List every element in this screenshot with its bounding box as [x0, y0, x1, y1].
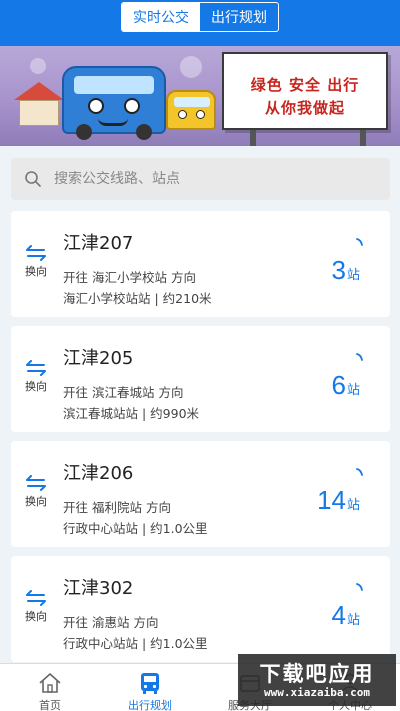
tab-realtime-bus[interactable]: 实时公交: [122, 3, 200, 31]
blue-bus-illustration: [62, 66, 166, 140]
slogan-board: 绿色 安全 出行 从你我做起: [222, 52, 388, 130]
route-card[interactable]: 换向 江津206 开往 福利院站 方向 行政中心站站 | 约1.0公里 14站: [11, 441, 390, 547]
watermark-title: 下载吧应用: [259, 662, 375, 686]
route-direction: 开往 滨江春城站 方向: [63, 385, 184, 400]
swap-direction-button[interactable]: 换向: [21, 360, 51, 394]
tab-label: 首页: [39, 699, 61, 711]
route-name: 江津205: [63, 348, 134, 369]
tab-label: 出行规划: [128, 699, 172, 711]
realtime-signal-icon: [356, 353, 363, 361]
tab-home[interactable]: 首页: [0, 664, 100, 711]
swap-icon: [26, 475, 46, 491]
swap-label: 换向: [25, 380, 47, 393]
swap-direction-button[interactable]: 换向: [21, 245, 51, 279]
eta-unit: 站: [346, 268, 360, 283]
swap-label: 换向: [25, 265, 47, 278]
stop-distance: 行政中心站站 | 约1.0公里: [63, 636, 208, 651]
house-illustration: [14, 82, 64, 126]
swap-icon: [26, 360, 46, 376]
route-card[interactable]: 换向 江津205 开往 滨江春城站 方向 滨江春城站站 | 约990米 6站: [11, 326, 390, 432]
slogan-line-2: 从你我做起: [264, 99, 345, 117]
stop-distance: 滨江春城站站 | 约990米: [63, 406, 200, 421]
realtime-signal-icon: [356, 583, 363, 591]
realtime-signal-icon: [356, 468, 363, 476]
eta-stops: 3站: [332, 255, 360, 286]
route-direction: 开往 海汇小学校站 方向: [63, 270, 196, 285]
route-direction: 开往 福利院站 方向: [63, 500, 171, 515]
yellow-bus-illustration: [166, 90, 216, 130]
home-icon: [39, 673, 61, 693]
route-name: 江津302: [63, 578, 134, 599]
realtime-signal-icon: [356, 238, 363, 246]
swap-label: 换向: [25, 495, 47, 508]
board-post: [250, 130, 256, 146]
search-icon: [25, 171, 41, 187]
site-watermark: 下载吧应用 www.xiazaiba.com: [238, 654, 396, 706]
swap-icon: [26, 590, 46, 606]
route-name: 江津207: [63, 233, 134, 254]
board-post: [360, 130, 366, 146]
swap-direction-button[interactable]: 换向: [21, 475, 51, 509]
eta-stops: 14站: [317, 485, 360, 516]
swap-icon: [26, 245, 46, 261]
cloud-decoration: [30, 58, 46, 74]
swap-direction-button[interactable]: 换向: [21, 590, 51, 624]
search-input[interactable]: [54, 171, 354, 187]
eta-number: 14: [317, 485, 346, 515]
eta-unit: 站: [346, 613, 360, 628]
top-header: 实时公交 出行规划: [0, 0, 400, 46]
promo-banner[interactable]: 绿色 安全 出行 从你我做起: [0, 46, 400, 146]
stop-distance: 海汇小学校站站 | 约210米: [63, 291, 212, 306]
watermark-url: www.xiazaiba.com: [264, 686, 370, 699]
slogan-line-1: 绿色 安全 出行: [250, 76, 360, 94]
mode-switch: 实时公交 出行规划: [121, 2, 279, 32]
eta-number: 6: [331, 370, 346, 400]
tab-trip-planning-nav[interactable]: 出行规划: [100, 664, 200, 711]
stop-distance: 行政中心站站 | 约1.0公里: [63, 521, 208, 536]
eta-unit: 站: [346, 498, 360, 513]
route-name: 江津206: [63, 463, 134, 484]
bus-icon: [141, 673, 159, 694]
route-card[interactable]: 换向 江津207 开往 海汇小学校站 方向 海汇小学校站站 | 约210米 3站: [11, 211, 390, 317]
eta-stops: 6站: [332, 370, 360, 401]
tab-trip-planning[interactable]: 出行规划: [200, 3, 278, 31]
route-direction: 开往 渝惠站 方向: [63, 615, 159, 630]
eta-number: 4: [331, 600, 346, 630]
swap-label: 换向: [25, 610, 47, 623]
eta-stops: 4站: [332, 600, 360, 631]
route-card[interactable]: 换向 江津302 开往 渝惠站 方向 行政中心站站 | 约1.0公里 4站: [11, 556, 390, 662]
eta-number: 3: [331, 255, 346, 285]
search-bar[interactable]: [11, 158, 390, 200]
cloud-decoration: [180, 56, 202, 78]
eta-unit: 站: [346, 383, 360, 398]
